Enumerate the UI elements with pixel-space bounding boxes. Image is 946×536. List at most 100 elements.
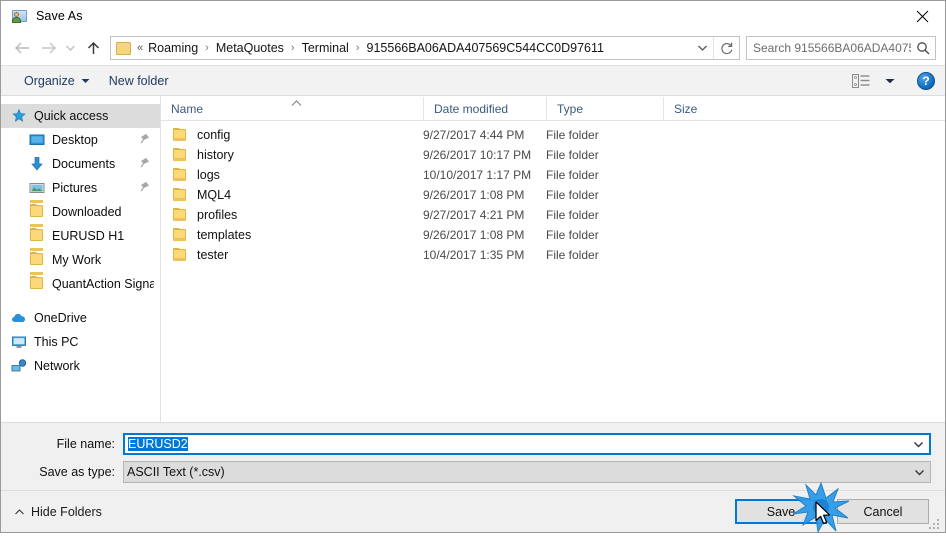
file-name-row: File name: EURUSD2 bbox=[1, 433, 945, 455]
sidebar-item-label: EURUSD H1 bbox=[52, 229, 125, 243]
file-name-label: tester bbox=[197, 248, 229, 262]
star-pin-icon bbox=[11, 108, 27, 124]
help-button[interactable]: ? bbox=[917, 71, 935, 90]
table-row[interactable]: history 9/26/2017 10:17 PM File folder bbox=[161, 145, 945, 165]
pin-icon[interactable] bbox=[140, 181, 150, 195]
resize-grip[interactable] bbox=[929, 517, 941, 529]
folder-icon bbox=[172, 128, 188, 142]
title-bar: Save As bbox=[1, 1, 945, 31]
file-type-cell: File folder bbox=[546, 208, 599, 222]
search-input[interactable]: Search 915566BA06ADA40756... bbox=[747, 41, 911, 55]
sidebar-item-quantaction-signal[interactable]: QuantAction Signal bbox=[1, 272, 160, 296]
table-row[interactable]: templates 9/26/2017 1:08 PM File folder bbox=[161, 225, 945, 245]
pin-icon[interactable] bbox=[140, 157, 150, 171]
file-type-cell: File folder bbox=[546, 248, 599, 262]
column-header-size[interactable]: Size bbox=[663, 97, 743, 120]
hide-folders-label: Hide Folders bbox=[31, 504, 102, 519]
new-folder-label: New folder bbox=[108, 73, 169, 88]
new-folder-button[interactable]: New folder bbox=[102, 69, 176, 92]
save-as-type-dropdown-button[interactable] bbox=[908, 469, 930, 476]
search-icon bbox=[917, 42, 930, 55]
file-type-cell: File folder bbox=[546, 168, 599, 182]
sidebar-item-this-pc[interactable]: This PC bbox=[1, 330, 160, 354]
save-as-type-select[interactable]: ASCII Text (*.csv) bbox=[123, 461, 931, 483]
cancel-button[interactable]: Cancel bbox=[837, 499, 929, 524]
navigation-bar: « Roaming › MetaQuotes › Terminal › 9155… bbox=[1, 31, 945, 65]
search-button[interactable] bbox=[911, 41, 935, 55]
address-bar[interactable]: « Roaming › MetaQuotes › Terminal › 9155… bbox=[110, 36, 740, 60]
chevron-down-icon bbox=[66, 45, 75, 51]
breadcrumb-item-metaquotes[interactable]: MetaQuotes bbox=[214, 41, 286, 55]
command-toolbar: Organize New folder ? bbox=[1, 65, 945, 96]
save-form: File name: EURUSD2 Save as type: ASCII T… bbox=[1, 422, 945, 490]
breadcrumb-separator: › bbox=[205, 42, 209, 54]
table-row[interactable]: profiles 9/27/2017 4:21 PM File folder bbox=[161, 205, 945, 225]
sidebar-item-network[interactable]: Network bbox=[1, 354, 160, 378]
folder-icon bbox=[172, 168, 188, 182]
column-header-type[interactable]: Type bbox=[546, 97, 663, 120]
column-header-date-modified[interactable]: Date modified bbox=[423, 97, 546, 120]
back-button[interactable] bbox=[9, 35, 35, 61]
file-name-cell: profiles bbox=[161, 208, 423, 222]
sidebar-item-label: Network bbox=[34, 359, 80, 373]
save-as-folder-person-icon bbox=[12, 8, 28, 24]
dialog-body: Quick access Desktop Documents Pictures … bbox=[1, 96, 945, 422]
save-button-label: Save bbox=[766, 504, 796, 519]
breadcrumb-item-terminal-id[interactable]: 915566BA06ADA407569C544CC0D97611 bbox=[365, 41, 606, 55]
refresh-button[interactable] bbox=[713, 37, 739, 59]
sidebar-item-documents[interactable]: Documents bbox=[1, 152, 160, 176]
table-row[interactable]: tester 10/4/2017 1:35 PM File folder bbox=[161, 245, 945, 265]
file-date-cell: 10/4/2017 1:35 PM bbox=[423, 248, 525, 262]
breadcrumb-item-terminal[interactable]: Terminal bbox=[300, 41, 351, 55]
sidebar-item-onedrive[interactable]: OneDrive bbox=[1, 306, 160, 330]
caret-up-icon bbox=[15, 508, 24, 515]
breadcrumb-item-roaming[interactable]: Roaming bbox=[146, 41, 200, 55]
organize-button[interactable]: Organize bbox=[17, 69, 97, 92]
network-icon bbox=[11, 358, 27, 374]
sidebar-item-my-work[interactable]: My Work bbox=[1, 248, 160, 272]
view-mode-button[interactable] bbox=[848, 69, 899, 92]
up-one-level-button[interactable] bbox=[80, 35, 107, 61]
file-type-cell: File folder bbox=[546, 128, 599, 142]
sidebar-item-label: My Work bbox=[52, 253, 102, 267]
this-pc-icon bbox=[11, 334, 27, 350]
file-name-selected-text: EURUSD2 bbox=[128, 437, 188, 451]
column-header-name[interactable]: Name bbox=[161, 97, 423, 120]
file-type-cell: File folder bbox=[546, 228, 599, 242]
file-list-pane: Name Date modified Type Size config 9/27… bbox=[161, 96, 945, 422]
file-date-cell: 9/26/2017 10:17 PM bbox=[423, 148, 532, 162]
address-dropdown-button[interactable] bbox=[691, 37, 713, 59]
sidebar-item-label: This PC bbox=[34, 335, 79, 349]
pin-icon[interactable] bbox=[140, 133, 150, 147]
save-button[interactable]: Save bbox=[735, 499, 827, 524]
search-box[interactable]: Search 915566BA06ADA40756... bbox=[746, 36, 936, 60]
forward-button[interactable] bbox=[35, 35, 61, 61]
file-name-dropdown-button[interactable] bbox=[907, 441, 929, 448]
sidebar-item-quick-access[interactable]: Quick access bbox=[1, 104, 160, 128]
sidebar-item-eurusd-h1[interactable]: EURUSD H1 bbox=[1, 224, 160, 248]
folder-icon bbox=[116, 41, 132, 55]
hide-folders-button[interactable]: Hide Folders bbox=[15, 505, 102, 519]
recent-locations-button[interactable] bbox=[61, 35, 80, 61]
chevron-down-icon bbox=[913, 441, 923, 448]
column-header-label: Name bbox=[171, 101, 204, 116]
table-row[interactable]: logs 10/10/2017 1:17 PM File folder bbox=[161, 165, 945, 185]
file-name-input[interactable]: EURUSD2 bbox=[123, 433, 931, 455]
chevron-down-icon bbox=[914, 469, 924, 476]
sidebar-item-pictures[interactable]: Pictures bbox=[1, 176, 160, 200]
sort-ascending-icon bbox=[291, 96, 302, 110]
sidebar-item-label: Pictures bbox=[52, 181, 98, 195]
sidebar-item-label: QuantAction Signal bbox=[52, 277, 154, 291]
file-name-value[interactable]: EURUSD2 bbox=[125, 437, 907, 451]
breadcrumb-overflow[interactable]: « bbox=[136, 42, 146, 54]
file-type-cell: File folder bbox=[546, 148, 599, 162]
save-as-type-row: Save as type: ASCII Text (*.csv) bbox=[1, 461, 945, 483]
sidebar-item-desktop[interactable]: Desktop bbox=[1, 128, 160, 152]
sidebar-item-downloaded[interactable]: Downloaded bbox=[1, 200, 160, 224]
table-row[interactable]: MQL4 9/26/2017 1:08 PM File folder bbox=[161, 185, 945, 205]
close-button[interactable] bbox=[899, 1, 945, 31]
folder-icon bbox=[172, 208, 188, 222]
file-name-label: logs bbox=[197, 168, 220, 182]
table-row[interactable]: config 9/27/2017 4:44 PM File folder bbox=[161, 125, 945, 145]
chevron-down-icon bbox=[697, 45, 707, 51]
